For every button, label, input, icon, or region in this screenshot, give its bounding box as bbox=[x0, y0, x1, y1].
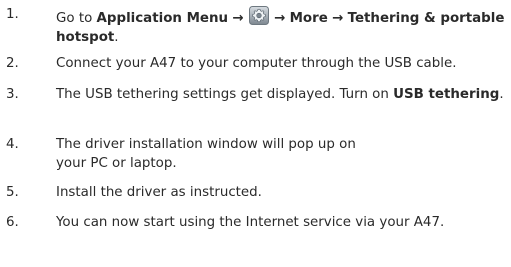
step-text: The driver installation window will pop … bbox=[56, 137, 356, 171]
more-label: More bbox=[289, 11, 328, 26]
usb-tethering-label: USB tethering bbox=[393, 87, 500, 102]
arrow-icon: → bbox=[232, 11, 244, 26]
step-end-punctuation: . bbox=[114, 29, 119, 45]
settings-gear-icon bbox=[248, 6, 269, 25]
step-number: 1. bbox=[6, 7, 19, 22]
step-lead-text: Go to bbox=[56, 11, 97, 26]
instruction-list: 1. Go to Application Menu → → More → Tet… bbox=[0, 0, 511, 267]
step-end-punctuation: . bbox=[499, 87, 504, 102]
step-text: You can now start using the Internet ser… bbox=[56, 215, 445, 230]
arrow-icon: → bbox=[274, 11, 286, 26]
step-number: 5. bbox=[6, 185, 19, 200]
step-number: 2. bbox=[6, 56, 19, 71]
step-number: 4. bbox=[6, 137, 19, 152]
step-text: Install the driver as instructed. bbox=[56, 185, 262, 200]
application-menu-label: Application Menu bbox=[96, 11, 229, 26]
arrow-icon: → bbox=[332, 11, 344, 26]
step-text: Go to Application Menu → → More → Tether… bbox=[56, 6, 508, 47]
step-number: 6. bbox=[6, 215, 19, 230]
step-text: Connect your A47 to your computer throug… bbox=[56, 56, 457, 71]
step-lead-text: The USB tethering settings get displayed… bbox=[56, 87, 394, 102]
step-text: The USB tethering settings get displayed… bbox=[56, 86, 508, 105]
step-number: 3. bbox=[6, 87, 19, 102]
